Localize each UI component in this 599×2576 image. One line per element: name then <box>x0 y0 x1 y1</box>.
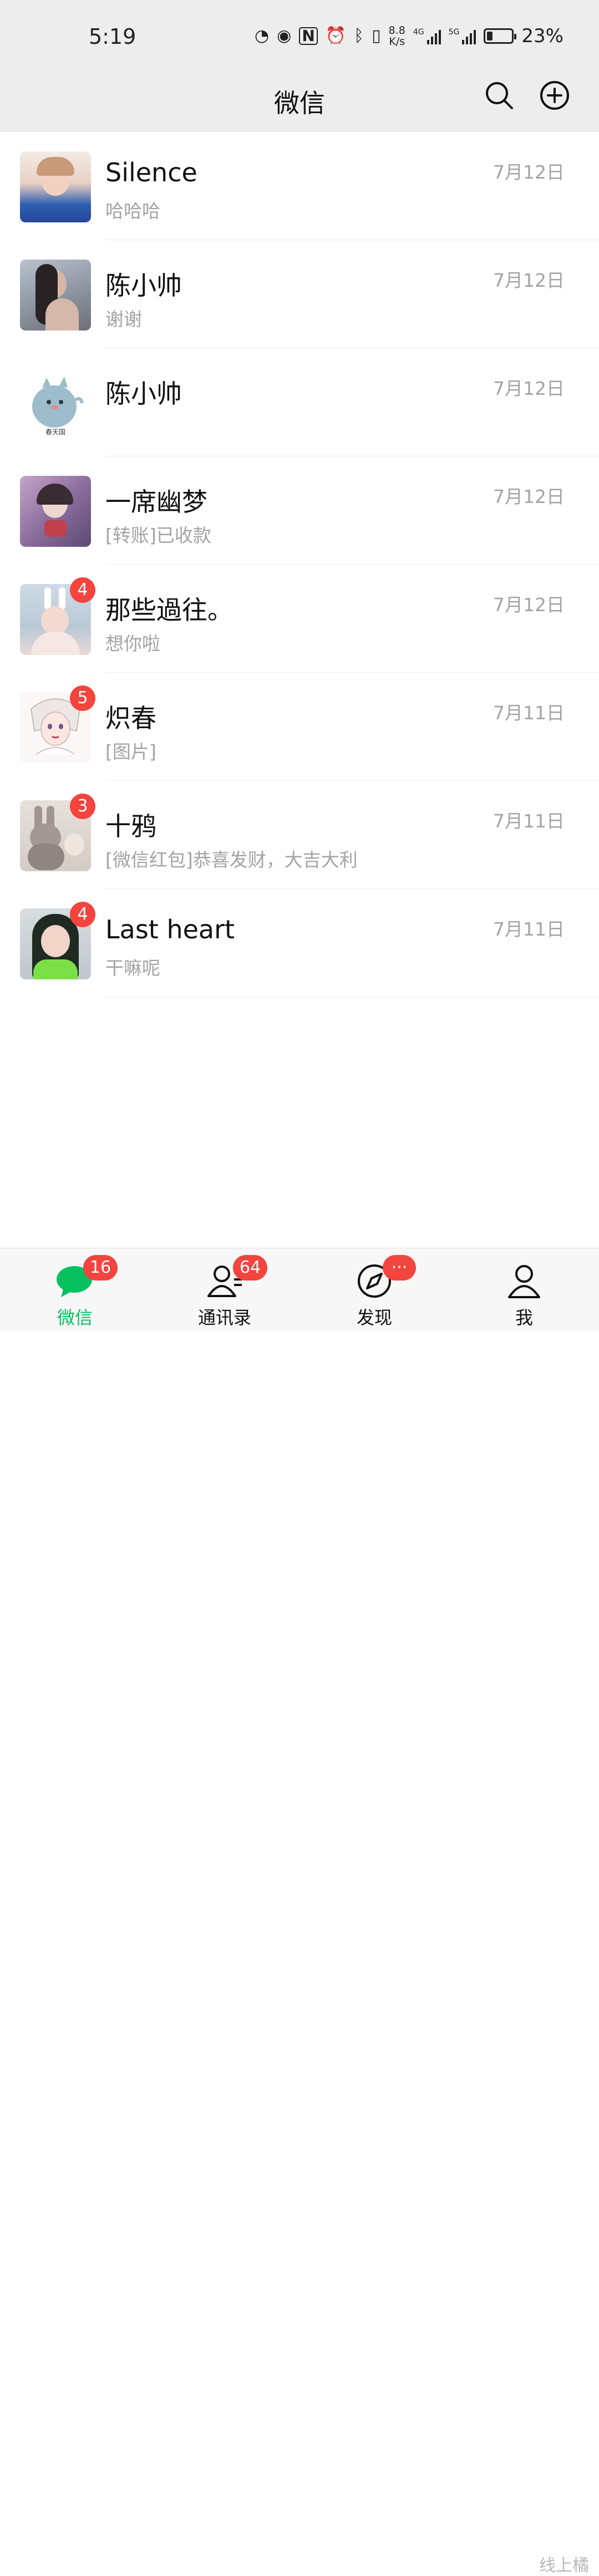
net-speed-value: 8.8 <box>388 24 405 37</box>
avatar[interactable]: 4 <box>20 902 95 979</box>
person-icon <box>508 1265 540 1298</box>
search-button[interactable] <box>483 79 516 112</box>
tab-label: 发现 <box>356 1307 392 1328</box>
chat-row[interactable]: 陈小帅 谢谢 7月12日 <box>0 240 599 348</box>
sim1-label: 4G <box>413 28 424 37</box>
bottom-tab-bar: 16 微信 64 通讯录 ··· 发现 我 线上橘 <box>0 1248 599 2575</box>
chat-time: 7月12日 <box>493 486 565 507</box>
status-time: 5:19 <box>89 24 136 49</box>
chat-preview: 哈哈哈 <box>105 200 160 222</box>
status-icons: ◔ ◉ N ⏰ ᛒ ▯ 8.8 K/s 4G 5G 23% <box>255 22 564 50</box>
chat-name: 那些過往。 <box>105 595 233 625</box>
battery-icon <box>484 28 517 44</box>
status-bar: 5:19 ◔ ◉ N ⏰ ᛒ ▯ 8.8 K/s 4G 5G 23% <box>0 0 599 72</box>
avatar[interactable]: 3 <box>20 794 95 871</box>
chat-row[interactable]: 3 十鸦 [微信红包]恭喜发财，大吉大利 7月11日 <box>0 781 599 889</box>
avatar[interactable]: 春天国 <box>20 368 91 439</box>
avatar[interactable] <box>20 151 91 222</box>
search-icon <box>486 82 513 109</box>
chat-time: 7月12日 <box>493 594 565 616</box>
net-speed: 8.8 K/s <box>389 25 405 47</box>
avatar-caption: 春天国 <box>45 428 65 436</box>
chat-time: 7月12日 <box>493 378 565 399</box>
plus-circle-icon <box>540 81 569 110</box>
tab-me[interactable]: 我 <box>449 1248 599 1332</box>
chat-name: Silence <box>105 157 197 187</box>
chat-name: 陈小帅 <box>105 271 182 301</box>
top-bar: 5:19 ◔ ◉ N ⏰ ᛒ ▯ 8.8 K/s 4G 5G 23% 微信 <box>0 0 599 132</box>
chat-row[interactable]: 5 炽春 [图片] 7月11日 <box>0 673 599 781</box>
watermark: 线上橘 <box>539 2556 589 2575</box>
chat-row[interactable]: Silence 哈哈哈 7月12日 <box>0 132 599 240</box>
chat-preview: [转账]已收款 <box>105 525 211 546</box>
tab-badge: ··· <box>383 1255 416 1281</box>
speedometer-icon: ◔ <box>254 26 270 45</box>
chat-time: 7月12日 <box>493 270 565 291</box>
unread-badge: 5 <box>70 685 95 711</box>
chat-preview: 谢谢 <box>105 308 142 330</box>
vibrate-icon: ▯ <box>372 26 381 45</box>
unread-badge: 3 <box>70 794 95 819</box>
avatar[interactable] <box>20 260 91 331</box>
tab-chats[interactable]: 16 微信 <box>0 1248 150 1332</box>
tab-badge: 16 <box>83 1255 118 1281</box>
chat-time: 7月11日 <box>493 810 565 832</box>
net-speed-unit: K/s <box>389 35 405 48</box>
unread-badge: 4 <box>70 577 95 603</box>
tab-badge: 64 <box>233 1255 268 1281</box>
signal-sim1-icon: 4G <box>413 28 441 44</box>
tab-label: 微信 <box>57 1307 93 1328</box>
chat-name: 一席幽梦 <box>105 487 207 517</box>
eye-icon: ◉ <box>277 26 292 45</box>
tab-label: 通讯录 <box>197 1307 251 1328</box>
chat-row[interactable]: 一席幽梦 [转账]已收款 7月12日 <box>0 456 599 565</box>
avatar[interactable]: 5 <box>20 685 95 763</box>
alarm-icon: ⏰ <box>325 26 347 45</box>
signal-sim2-icon: 5G <box>449 28 476 44</box>
tab-discover[interactable]: ··· 发现 <box>300 1248 449 1332</box>
tab-label: 我 <box>515 1307 533 1328</box>
chat-preview: [微信红包]恭喜发财，大吉大利 <box>105 849 358 871</box>
sim2-label: 5G <box>448 28 460 37</box>
chat-row[interactable]: 4 那些過往。 想你啦 7月12日 <box>0 565 599 673</box>
chat-time: 7月11日 <box>493 918 565 940</box>
bluetooth-icon: ᛒ <box>354 26 364 45</box>
chat-time: 7月12日 <box>493 161 565 183</box>
chat-name: 十鸦 <box>105 811 156 841</box>
add-button[interactable] <box>538 79 571 112</box>
chat-name: 陈小帅 <box>105 379 182 409</box>
avatar[interactable] <box>20 476 91 547</box>
tab-contacts[interactable]: 64 通讯录 <box>150 1248 300 1332</box>
chat-preview: 干嘛呢 <box>105 957 160 979</box>
chat-name: Last heart <box>105 914 235 944</box>
chat-list: Silence 哈哈哈 7月12日 陈小帅 谢谢 7月12日 春天国 陈小帅 7… <box>0 132 599 997</box>
chat-row[interactable]: 春天国 陈小帅 7月12日 <box>0 348 599 456</box>
chat-row[interactable]: 4 Last heart 干嘛呢 7月11日 <box>0 889 599 997</box>
nfc-icon: N <box>299 27 318 45</box>
chat-preview: [图片] <box>105 741 156 763</box>
chat-preview: 想你啦 <box>105 633 160 654</box>
chat-time: 7月11日 <box>493 702 565 724</box>
avatar[interactable]: 4 <box>20 577 95 655</box>
unread-badge: 4 <box>70 902 95 927</box>
chat-name: 炽春 <box>105 703 156 733</box>
battery-percent: 23% <box>521 25 564 47</box>
